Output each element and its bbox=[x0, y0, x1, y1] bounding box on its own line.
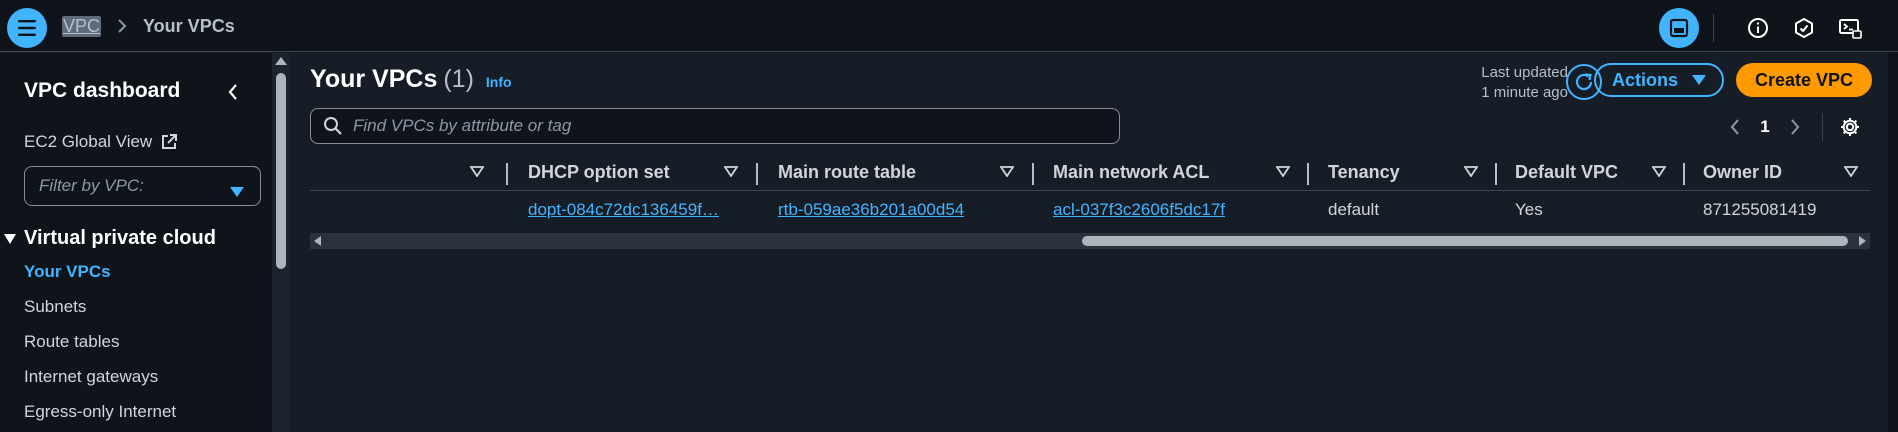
notifications-icon bbox=[1795, 17, 1813, 39]
default-vpc-value: Yes bbox=[1515, 200, 1543, 219]
route-table-link[interactable]: rtb-059ae36b201a00d54 bbox=[778, 191, 964, 229]
column-resizer[interactable] bbox=[1495, 163, 1497, 185]
caret-down-icon bbox=[230, 182, 244, 202]
sort-icon[interactable] bbox=[470, 166, 484, 177]
split-panel-button[interactable] bbox=[1659, 8, 1699, 48]
vpc-filter-select[interactable]: Filter by VPC: bbox=[24, 166, 261, 206]
vpc-count: (1) bbox=[443, 65, 474, 93]
scroll-right-icon[interactable] bbox=[1859, 236, 1866, 246]
scroll-left-icon[interactable] bbox=[314, 236, 321, 246]
sort-icon[interactable] bbox=[1276, 166, 1290, 177]
last-updated-label: Last updated bbox=[1481, 64, 1568, 81]
scroll-up-icon[interactable] bbox=[275, 57, 287, 65]
menu-icon bbox=[18, 20, 36, 36]
scrollbar-thumb[interactable] bbox=[1082, 236, 1848, 246]
sidebar-item-route-tables[interactable]: Route tables bbox=[24, 332, 119, 352]
caret-down-icon bbox=[1692, 75, 1706, 85]
owner-id-value: 871255081419 bbox=[1703, 200, 1817, 219]
pagination: 1 bbox=[1720, 113, 1865, 141]
sidebar-title[interactable]: VPC dashboard bbox=[24, 79, 180, 103]
cloudshell-icon bbox=[1839, 19, 1862, 39]
actions-button[interactable]: Actions bbox=[1594, 63, 1724, 97]
menu-button[interactable] bbox=[7, 8, 47, 48]
chevron-right-icon bbox=[1791, 119, 1800, 135]
page-number[interactable]: 1 bbox=[1750, 117, 1780, 137]
page-scrollbar[interactable] bbox=[1888, 52, 1898, 432]
table-header: DHCP option set Main route table Main ne… bbox=[310, 153, 1870, 191]
column-resizer[interactable] bbox=[506, 163, 508, 185]
column-header-default-vpc[interactable]: Default VPC bbox=[1515, 153, 1618, 191]
breadcrumb: VPC Your VPCs bbox=[62, 0, 235, 52]
column-resizer[interactable] bbox=[756, 163, 758, 185]
previous-page-button[interactable] bbox=[1720, 119, 1750, 135]
column-header-dhcp-option-set[interactable]: DHCP option set bbox=[528, 153, 670, 191]
column-header-tenancy[interactable]: Tenancy bbox=[1328, 153, 1400, 191]
top-navigation: VPC Your VPCs bbox=[0, 0, 1898, 52]
column-header-main-route-table[interactable]: Main route table bbox=[778, 153, 916, 191]
info-icon bbox=[1748, 18, 1768, 38]
sort-icon[interactable] bbox=[724, 166, 738, 177]
refresh-icon bbox=[1575, 73, 1593, 91]
sidebar-item-label: EC2 Global View bbox=[24, 132, 153, 151]
notifications-button[interactable] bbox=[1788, 12, 1820, 44]
column-resizer[interactable] bbox=[1307, 163, 1309, 185]
page-header: Your VPCs (1) Info bbox=[310, 65, 512, 94]
column-header-owner-id[interactable]: Owner ID bbox=[1703, 153, 1782, 191]
section-label: Virtual private cloud bbox=[24, 227, 216, 249]
split-panel-icon bbox=[1669, 18, 1689, 38]
vpc-filter-placeholder: Filter by VPC: bbox=[39, 176, 144, 195]
sidebar-item-egress-only-internet[interactable]: Egress-only Internet bbox=[24, 402, 176, 422]
sort-icon[interactable] bbox=[1844, 166, 1858, 177]
next-page-button[interactable] bbox=[1780, 119, 1810, 135]
chevron-right-icon bbox=[117, 19, 127, 33]
preferences-button[interactable] bbox=[1835, 116, 1865, 138]
network-acl-link[interactable]: acl-037f3c2606f5dc17f bbox=[1053, 191, 1225, 229]
info-button[interactable] bbox=[1742, 12, 1774, 44]
chevron-left-icon bbox=[228, 84, 237, 100]
sidebar-item-subnets[interactable]: Subnets bbox=[24, 297, 86, 317]
gear-icon bbox=[1841, 118, 1859, 136]
column-resizer[interactable] bbox=[1032, 163, 1034, 185]
create-vpc-label: Create VPC bbox=[1754, 69, 1854, 90]
column-resizer[interactable] bbox=[1683, 163, 1685, 185]
section-virtual-private-cloud[interactable]: Virtual private cloud bbox=[4, 227, 216, 250]
sort-icon[interactable] bbox=[1464, 166, 1478, 177]
search-icon bbox=[323, 116, 343, 136]
create-vpc-button[interactable]: Create VPC bbox=[1736, 63, 1872, 97]
page-title: Your VPCs bbox=[310, 65, 438, 93]
scrollbar-thumb[interactable] bbox=[276, 73, 286, 269]
sidebar-scrollbar[interactable] bbox=[272, 53, 290, 432]
table-row[interactable]: dopt-084c72dc136459f… rtb-059ae36b201a00… bbox=[310, 191, 1870, 229]
search-input[interactable]: Find VPCs by attribute or tag bbox=[310, 108, 1120, 144]
sidebar-item-your-vpcs[interactable]: Your VPCs bbox=[24, 262, 111, 282]
last-updated-time: 1 minute ago bbox=[1481, 84, 1568, 101]
external-link-icon bbox=[160, 133, 178, 151]
cloudshell-button[interactable] bbox=[1834, 12, 1866, 44]
breadcrumb-current: Your VPCs bbox=[143, 15, 235, 36]
actions-label: Actions bbox=[1611, 69, 1678, 90]
main-content: Your VPCs (1) Info Last updated 1 minute… bbox=[290, 53, 1888, 432]
collapse-sidebar-button[interactable] bbox=[222, 81, 244, 103]
vpc-table: DHCP option set Main route table Main ne… bbox=[310, 153, 1870, 229]
sort-icon[interactable] bbox=[1652, 166, 1666, 177]
info-link[interactable]: Info bbox=[486, 74, 512, 90]
top-actions bbox=[1659, 8, 1866, 48]
sidebar-item-internet-gateways[interactable]: Internet gateways bbox=[24, 367, 158, 387]
breadcrumb-vpc-link[interactable]: VPC bbox=[62, 15, 102, 37]
chevron-left-icon bbox=[1730, 119, 1739, 135]
caret-down-icon bbox=[4, 233, 16, 244]
search-placeholder: Find VPCs by attribute or tag bbox=[353, 116, 572, 135]
side-navigation: VPC dashboard EC2 Global View Filter by … bbox=[0, 53, 272, 432]
divider bbox=[1822, 113, 1823, 141]
sidebar-item-ec2-global-view[interactable]: EC2 Global View bbox=[24, 132, 178, 152]
table-horizontal-scrollbar[interactable] bbox=[310, 233, 1870, 249]
column-header-main-network-acl[interactable]: Main network ACL bbox=[1053, 153, 1209, 191]
divider bbox=[1713, 14, 1714, 42]
dhcp-option-set-link[interactable]: dopt-084c72dc136459f… bbox=[528, 191, 746, 229]
sort-icon[interactable] bbox=[1000, 166, 1014, 177]
last-updated: Last updated 1 minute ago bbox=[1450, 63, 1568, 103]
tenancy-value: default bbox=[1328, 200, 1380, 219]
